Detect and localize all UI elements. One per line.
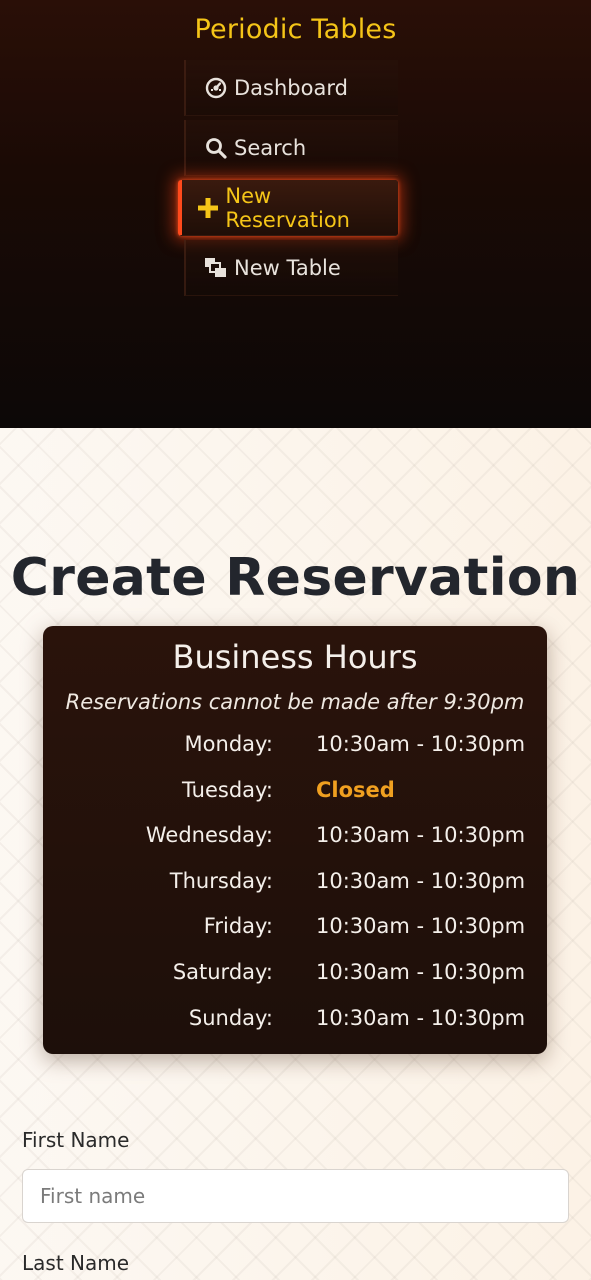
hours-day: Friday: — [203, 914, 273, 938]
hours-row-monday: Monday: 10:30am - 10:30pm — [43, 732, 547, 762]
plus-icon — [196, 196, 219, 220]
hours-day: Monday: — [184, 732, 273, 756]
nav-item-new-table[interactable]: New Table — [184, 240, 398, 296]
hours-row-tuesday: Tuesday: Closed — [43, 778, 547, 808]
hours-time: 10:30am - 10:30pm — [316, 732, 526, 756]
nav-item-label: Dashboard — [234, 75, 348, 100]
nav-item-new-reservation[interactable]: New Reservation — [178, 180, 398, 236]
first-name-label: First Name — [22, 1128, 130, 1152]
hours-day: Saturday: — [172, 960, 273, 984]
nav-item-label: Search — [234, 135, 307, 160]
last-name-label: Last Name — [22, 1251, 130, 1275]
hours-row-thursday: Thursday: 10:30am - 10:30pm — [43, 869, 547, 899]
hours-day: Thursday: — [169, 869, 273, 893]
nav-item-label: New Table — [234, 255, 341, 280]
hours-time: 10:30am - 10:30pm — [316, 1006, 526, 1030]
hours-day: Tuesday: — [182, 778, 273, 802]
hours-time: 10:30am - 10:30pm — [316, 869, 526, 893]
hours-day: Wednesday: — [145, 823, 273, 847]
hours-row-saturday: Saturday: 10:30am - 10:30pm — [43, 960, 547, 990]
layers-icon — [204, 256, 228, 280]
search-icon — [204, 136, 228, 160]
nav-item-label: New Reservation — [225, 183, 350, 232]
page-title: Create Reservation — [10, 548, 581, 608]
dashboard-icon — [204, 76, 228, 100]
nav-item-dashboard[interactable]: Dashboard — [184, 60, 398, 116]
hours-row-sunday: Sunday: 10:30am - 10:30pm — [43, 1006, 547, 1036]
main-content: Create Reservation Business Hours Reserv… — [0, 428, 591, 1280]
hours-day: Sunday: — [188, 1006, 273, 1030]
hours-time: 10:30am - 10:30pm — [316, 823, 526, 847]
business-hours-card: Business Hours Reservations cannot be ma… — [43, 626, 547, 1054]
business-hours-note: Reservations cannot be made after 9:30pm — [65, 690, 525, 714]
nav-item-search[interactable]: Search — [184, 120, 398, 176]
top-nav: Periodic Tables Dashboard Search New Res… — [0, 0, 591, 428]
first-name-input[interactable] — [22, 1169, 569, 1223]
business-hours-title: Business Hours — [172, 638, 418, 676]
hours-time: 10:30am - 10:30pm — [316, 914, 526, 938]
hours-row-friday: Friday: 10:30am - 10:30pm — [43, 914, 547, 944]
hours-row-wednesday: Wednesday: 10:30am - 10:30pm — [43, 823, 547, 853]
brand-title[interactable]: Periodic Tables — [0, 14, 591, 45]
hours-time: 10:30am - 10:30pm — [316, 960, 526, 984]
hours-time-closed: Closed — [316, 778, 395, 802]
